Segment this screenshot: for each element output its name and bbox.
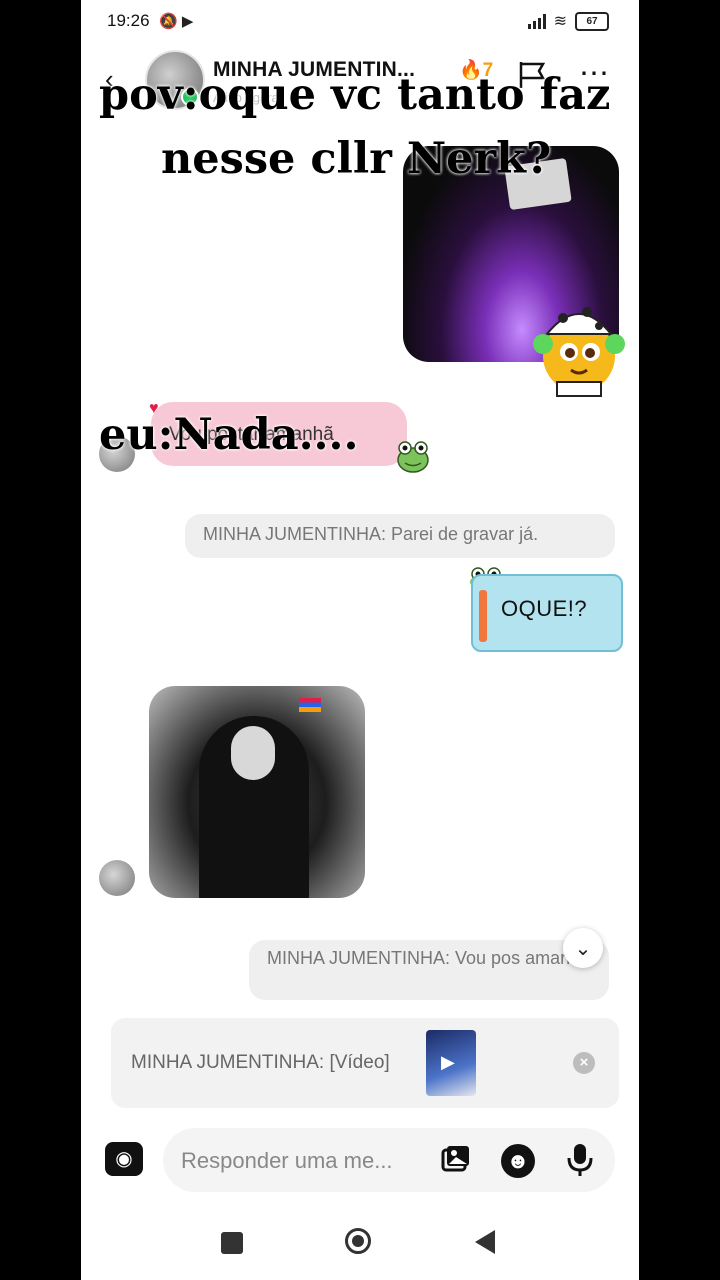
camera-button[interactable]: ◉ [105, 1142, 143, 1176]
microphone-icon[interactable] [565, 1142, 595, 1178]
reply-preview-text: MINHA JUMENTINHA: [Vídeo] [131, 1052, 390, 1073]
scroll-down-button[interactable]: ⌄ [563, 928, 603, 968]
play-icon: ▶ [441, 1052, 455, 1072]
contact-avatar-small[interactable] [99, 860, 135, 896]
wifi-icon: ≋ [553, 13, 567, 30]
monster-sticker [533, 307, 625, 397]
bubble-accent-bar [479, 590, 487, 642]
battery-icon: 67 [575, 11, 609, 31]
chat-screen: 19:26 🔕 ▶ ≋ 67 ‹ MINHA JUMENTIN... 🔥7 At… [81, 0, 639, 1280]
camera-icon: ◉ [115, 1148, 133, 1170]
gallery-icon[interactable] [439, 1144, 471, 1176]
quoted-reply[interactable]: MINHA JUMENTINHA: Parei de gravar já. [185, 514, 615, 558]
meme-caption-line2: nesse cllr Nerk? [161, 134, 552, 184]
received-photo[interactable] [149, 686, 365, 898]
chevron-down-icon: ⌄ [574, 937, 592, 960]
meme-caption-line3: eu:Nada.... [99, 410, 359, 460]
flag-sticker-icon [299, 698, 321, 712]
mute-video-icons: 🔕 ▶ [159, 13, 194, 30]
status-time: 19:26 [107, 11, 150, 30]
message-input-placeholder[interactable]: Responder uma me... [181, 1148, 393, 1174]
status-right: ≋ 67 [527, 11, 609, 31]
quoted-reply[interactable]: MINHA JUMENTINHA: Vou pos amanhã [249, 940, 609, 1000]
close-icon[interactable]: × [573, 1052, 595, 1074]
meme-caption-line1: pov:oque vc tanto faz [99, 70, 611, 120]
frog-sticker-icon [397, 441, 429, 473]
home-button[interactable] [345, 1228, 371, 1254]
message-text-blue: OQUE!? [501, 596, 588, 621]
status-bar: 19:26 🔕 ▶ ≋ 67 [81, 0, 639, 42]
photo-face [231, 726, 275, 780]
emoji-icon[interactable]: ☻ [501, 1144, 535, 1178]
recent-apps-button[interactable] [221, 1232, 243, 1254]
signal-icon [527, 13, 546, 29]
back-button[interactable] [475, 1230, 495, 1254]
